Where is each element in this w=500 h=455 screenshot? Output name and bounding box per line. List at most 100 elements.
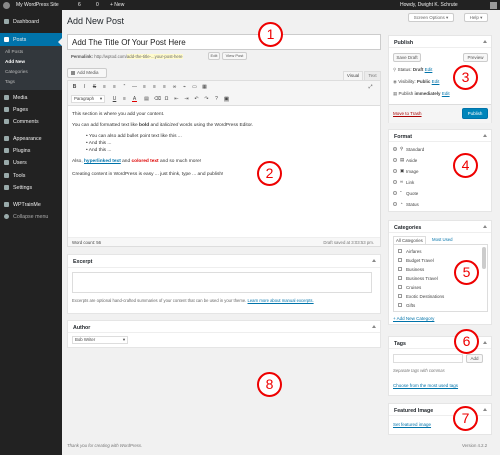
category-scrollbar[interactable] (482, 247, 486, 269)
align-center-icon[interactable]: ≡ (152, 85, 157, 90)
permalink-slug[interactable]: add-the-title-...your-post-here (126, 54, 183, 59)
checkbox[interactable] (398, 266, 402, 271)
text-color-icon[interactable]: A (132, 97, 137, 102)
format-option-standard[interactable]: ⚲ Standard (393, 146, 453, 152)
radio-button[interactable] (393, 190, 397, 195)
tab-visual[interactable]: Visual (343, 71, 363, 80)
add-media-button[interactable]: Add Media (67, 68, 107, 78)
excerpt-textarea[interactable] (72, 272, 372, 293)
preview-button[interactable]: Preview (463, 53, 488, 62)
fullscreen-icon[interactable]: ⤢ (368, 85, 373, 90)
checkbox[interactable] (398, 257, 402, 262)
sidebar-item-settings[interactable]: Settings (0, 182, 62, 193)
category-item[interactable]: Exotic Destinations (394, 293, 479, 299)
tab-all-categories[interactable]: All Categories (393, 236, 426, 244)
tag-input[interactable] (393, 354, 463, 363)
status-edit-link[interactable]: Edit (425, 67, 433, 72)
strikethrough-icon[interactable]: S (92, 85, 97, 90)
checkbox[interactable] (398, 302, 402, 307)
insert-link-icon[interactable]: ∞ (172, 85, 177, 90)
redo-icon[interactable]: ↷ (204, 97, 209, 102)
new-content-link[interactable]: + New (110, 2, 124, 8)
collapse-arrow-icon[interactable] (372, 259, 376, 262)
sidebar-item-pages[interactable]: Pages (0, 104, 62, 115)
post-title-input[interactable]: Add The Title Of Your Post Here (67, 34, 381, 50)
radio-button[interactable] (393, 201, 397, 206)
underline-icon[interactable]: U (112, 97, 117, 102)
tab-most-used[interactable]: Most Used (432, 237, 453, 242)
avatar[interactable] (490, 1, 497, 9)
tab-text[interactable]: Text (364, 71, 381, 80)
submenu-all-posts[interactable]: All Posts (5, 49, 23, 54)
collapse-menu-button[interactable]: Collapse menu (0, 211, 62, 222)
clear-format-icon[interactable]: ⌫ (154, 97, 161, 102)
radio-button[interactable] (393, 157, 397, 162)
category-item[interactable]: Gifts (394, 302, 479, 308)
justify-icon[interactable]: ≡ (122, 97, 127, 102)
sidebar-item-dashboard[interactable]: Dashboard (0, 16, 62, 27)
set-featured-image-link[interactable]: Set featured image (393, 422, 431, 427)
read-more-icon[interactable]: ▭ (192, 85, 197, 90)
format-option-aside[interactable]: ▤ Aside (393, 157, 453, 163)
editor-content[interactable]: This section is where you add your conte… (72, 111, 372, 178)
bold-icon[interactable]: B (72, 85, 77, 90)
visibility-edit-link[interactable]: Edit (432, 79, 440, 84)
outdent-icon[interactable]: ⇤ (174, 97, 179, 102)
excerpt-learn-more-link[interactable]: Learn more about manual excerpts. (248, 298, 314, 303)
italic-icon[interactable]: I (82, 85, 87, 90)
view-post-button[interactable]: View Post (222, 52, 247, 60)
blockquote-icon[interactable]: “ (122, 85, 127, 90)
checkbox[interactable] (398, 284, 402, 289)
wordpress-logo-icon[interactable] (3, 1, 10, 9)
save-draft-button[interactable]: Save Draft (393, 53, 421, 62)
move-to-trash-link[interactable]: Move to Trash (393, 111, 422, 116)
sidebar-item-tools[interactable]: Tools (0, 170, 62, 181)
collapse-arrow-icon[interactable] (483, 341, 487, 344)
help-button[interactable]: Help ▾ (464, 13, 488, 22)
special-char-icon[interactable]: Ω (164, 97, 169, 102)
submenu-categories[interactable]: Categories (5, 69, 28, 74)
source-icon[interactable]: ▣ (224, 97, 229, 102)
checkbox[interactable] (398, 275, 402, 280)
collapse-arrow-icon[interactable] (483, 408, 487, 411)
author-select[interactable]: Bob Writer ▾ (72, 336, 128, 344)
toolbar-toggle-icon[interactable]: ▦ (202, 85, 207, 90)
checkbox[interactable] (398, 293, 402, 298)
format-option-link[interactable]: ∞ Link (393, 179, 453, 185)
add-new-category-link[interactable]: + Add New Category (393, 316, 434, 321)
updates-count[interactable]: 6 (78, 2, 81, 8)
site-name-link[interactable]: My WordPress Site (16, 2, 59, 8)
sidebar-item-users[interactable]: Users (0, 157, 62, 168)
align-right-icon[interactable]: ≡ (162, 85, 167, 90)
sidebar-item-wptrainme[interactable]: WPTrainMe (0, 199, 62, 210)
category-item[interactable]: Airfares (394, 248, 479, 254)
submenu-tags[interactable]: Tags (5, 79, 15, 84)
horizontal-line-icon[interactable]: — (132, 85, 137, 90)
radio-button[interactable] (393, 146, 397, 151)
permalink-base[interactable]: http://wptod.com/ (94, 54, 127, 59)
add-tag-button[interactable]: Add (466, 354, 483, 363)
radio-button[interactable] (393, 179, 397, 184)
radio-button[interactable] (393, 168, 397, 173)
comments-count[interactable]: 0 (96, 2, 99, 8)
bullet-list-icon[interactable]: ≡ (102, 85, 107, 90)
collapse-arrow-icon[interactable] (372, 325, 376, 328)
numbered-list-icon[interactable]: ≡ (112, 85, 117, 90)
publish-button[interactable]: Publish (462, 108, 488, 119)
sidebar-item-posts[interactable]: Posts (0, 33, 62, 46)
checkbox[interactable] (398, 248, 402, 253)
collapse-arrow-icon[interactable] (483, 40, 487, 43)
format-select[interactable]: Paragraph ▾ (71, 95, 105, 103)
schedule-edit-link[interactable]: Edit (442, 91, 450, 96)
paste-text-icon[interactable]: ▤ (144, 97, 149, 102)
sidebar-item-media[interactable]: Media (0, 92, 62, 103)
sidebar-item-plugins[interactable]: Plugins (0, 145, 62, 156)
howdy-user[interactable]: Howdy, Dwight K. Schrute (400, 2, 458, 8)
collapse-arrow-icon[interactable] (483, 225, 487, 228)
unlink-icon[interactable]: ⌁ (182, 85, 187, 90)
sidebar-item-comments[interactable]: Comments (0, 116, 62, 127)
collapse-arrow-icon[interactable] (483, 134, 487, 137)
choose-tags-link[interactable]: Choose from the most used tags (393, 383, 458, 388)
align-left-icon[interactable]: ≡ (142, 85, 147, 90)
submenu-add-new[interactable]: Add New (5, 59, 25, 64)
